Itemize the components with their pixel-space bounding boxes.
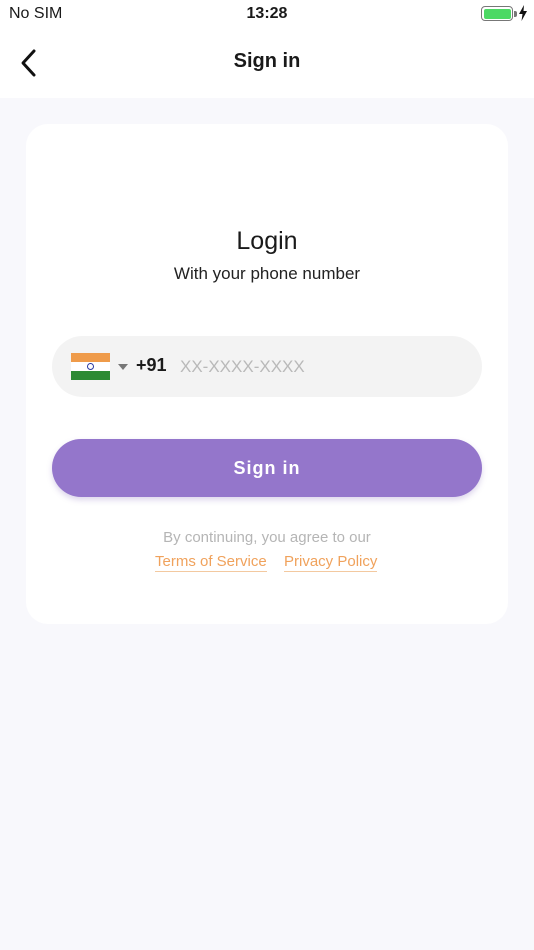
page-title: Sign in xyxy=(233,50,301,72)
battery-icon xyxy=(481,6,513,21)
india-flag-icon xyxy=(87,363,94,370)
dropdown-caret-icon[interactable] xyxy=(118,364,128,370)
login-title: Login xyxy=(236,227,298,255)
phone-input[interactable] xyxy=(180,352,470,382)
sign-in-button[interactable]: Sign in xyxy=(52,439,482,497)
login-subtitle: With your phone number xyxy=(173,264,361,283)
privacy-policy-link[interactable]: Privacy Policy xyxy=(284,553,378,572)
consent-text: By continuing, you agree to our xyxy=(163,529,371,546)
status-time: 13:28 xyxy=(246,5,288,22)
dial-code: +91 xyxy=(136,355,167,375)
status-bar: No SIM 13:28 xyxy=(0,0,534,28)
login-card: Login With your phone number +91 Sign in… xyxy=(26,124,508,624)
phone-field: +91 xyxy=(52,336,482,397)
charging-bolt-icon xyxy=(519,5,527,21)
terms-of-service-link[interactable]: Terms of Service xyxy=(155,553,267,572)
battery-tip xyxy=(514,11,517,17)
country-selector[interactable] xyxy=(71,353,110,380)
navigation-bar: Sign in xyxy=(0,28,534,98)
